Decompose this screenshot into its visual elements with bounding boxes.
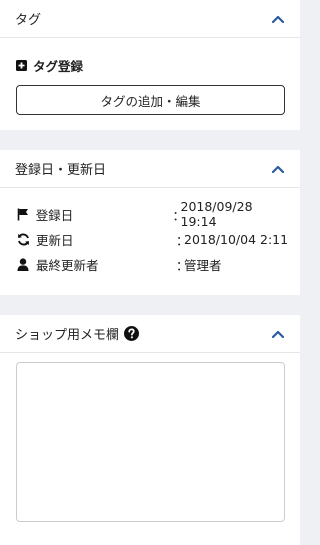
updated-date-label: 更新日: [36, 232, 74, 248]
registered-date-colon: ：: [172, 207, 186, 223]
tag-register-text: タグ登録: [33, 59, 84, 74]
dates-panel-header[interactable]: 登録日・更新日: [0, 150, 300, 188]
tag-panel: タグ タグ登録 タグの追加・編集: [0, 0, 300, 130]
tag-register-label: タグ登録: [16, 56, 83, 75]
last-editor-colon: ：: [176, 257, 189, 273]
memo-panel: ショップ用メモ欄: [0, 315, 300, 545]
shop-memo-textarea[interactable]: [16, 362, 285, 522]
chevron-up-icon[interactable]: [270, 326, 286, 342]
last-editor-value: 管理者: [184, 257, 222, 273]
memo-panel-title: ショップ用メモ欄: [15, 328, 120, 343]
updated-date-value: 2018/10/04 2:11: [184, 231, 289, 247]
question-circle-icon[interactable]: [124, 326, 140, 341]
flag-icon: [16, 208, 30, 221]
plus-square-icon: [16, 60, 27, 71]
user-icon: [16, 257, 30, 271]
chevron-up-icon[interactable]: [270, 11, 286, 27]
tag-panel-header[interactable]: タグ: [0, 0, 300, 38]
registered-date-label: 登録日: [35, 207, 74, 223]
sync-icon: [16, 233, 30, 246]
tag-panel-title: タグ: [15, 13, 42, 28]
memo-panel-header[interactable]: ショップ用メモ欄: [0, 315, 300, 353]
last-editor-row: 最終更新者 ： 管理者: [16, 254, 290, 274]
updated-date-row: 更新日 ： 2018/10/04 2:11: [16, 229, 290, 249]
last-editor-label: 最終更新者: [36, 257, 99, 273]
dates-panel-title: 登録日・更新日: [15, 163, 107, 178]
dates-panel: 登録日・更新日 登録日 ： 2018/09/28 19:14 更新日 ： 201…: [0, 150, 300, 295]
memo-panel-title-wrap: ショップ用メモ欄: [15, 324, 140, 343]
chevron-up-icon[interactable]: [270, 161, 286, 177]
registered-date-row: 登録日 ： 2018/09/28 19:14: [16, 199, 290, 229]
registered-date-value: 2018/09/28 19:14: [180, 199, 253, 229]
updated-date-colon: ：: [176, 232, 189, 248]
add-edit-tag-button[interactable]: タグの追加・編集: [16, 85, 285, 115]
